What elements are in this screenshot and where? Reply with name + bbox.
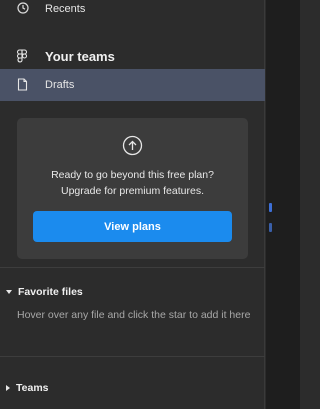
sidebar-item-drafts[interactable]: Drafts xyxy=(0,69,265,101)
sidebar-item-label: Drafts xyxy=(45,79,75,91)
favorite-files-label: Favorite files xyxy=(18,286,83,298)
sidebar-item-label: Your teams xyxy=(45,49,115,64)
divider xyxy=(0,356,265,357)
favorite-files-header[interactable]: Favorite files xyxy=(6,286,83,298)
upgrade-card: Ready to go beyond this free plan? Upgra… xyxy=(17,118,248,259)
content-edge-marker xyxy=(269,203,272,212)
figma-logo-icon xyxy=(17,49,27,64)
sidebar-item-recents[interactable]: Recents xyxy=(0,0,265,18)
sidebar-item-your-teams[interactable]: Your teams xyxy=(0,44,265,68)
chevron-right-icon xyxy=(6,385,10,391)
upgrade-message-line-2: Upgrade for premium features. xyxy=(61,185,204,197)
view-plans-button[interactable]: View plans xyxy=(33,211,232,242)
upgrade-message: Ready to go beyond this free plan? Upgra… xyxy=(17,167,248,199)
teams-section-header[interactable]: Teams xyxy=(6,382,49,394)
upgrade-message-line-1: Ready to go beyond this free plan? xyxy=(51,169,214,181)
favorite-files-hint: Hover over any file and click the star t… xyxy=(17,309,251,321)
main-content-area xyxy=(266,0,300,409)
sidebar: Recents Your teams Drafts Ready to go be… xyxy=(0,0,265,409)
arrow-up-circle-icon xyxy=(122,135,143,156)
chevron-down-icon xyxy=(6,290,12,294)
content-edge-marker xyxy=(269,223,272,232)
teams-section-label: Teams xyxy=(16,382,49,394)
divider xyxy=(0,267,265,268)
file-icon xyxy=(17,78,28,91)
clock-icon xyxy=(17,2,29,14)
sidebar-item-label: Recents xyxy=(45,3,86,15)
